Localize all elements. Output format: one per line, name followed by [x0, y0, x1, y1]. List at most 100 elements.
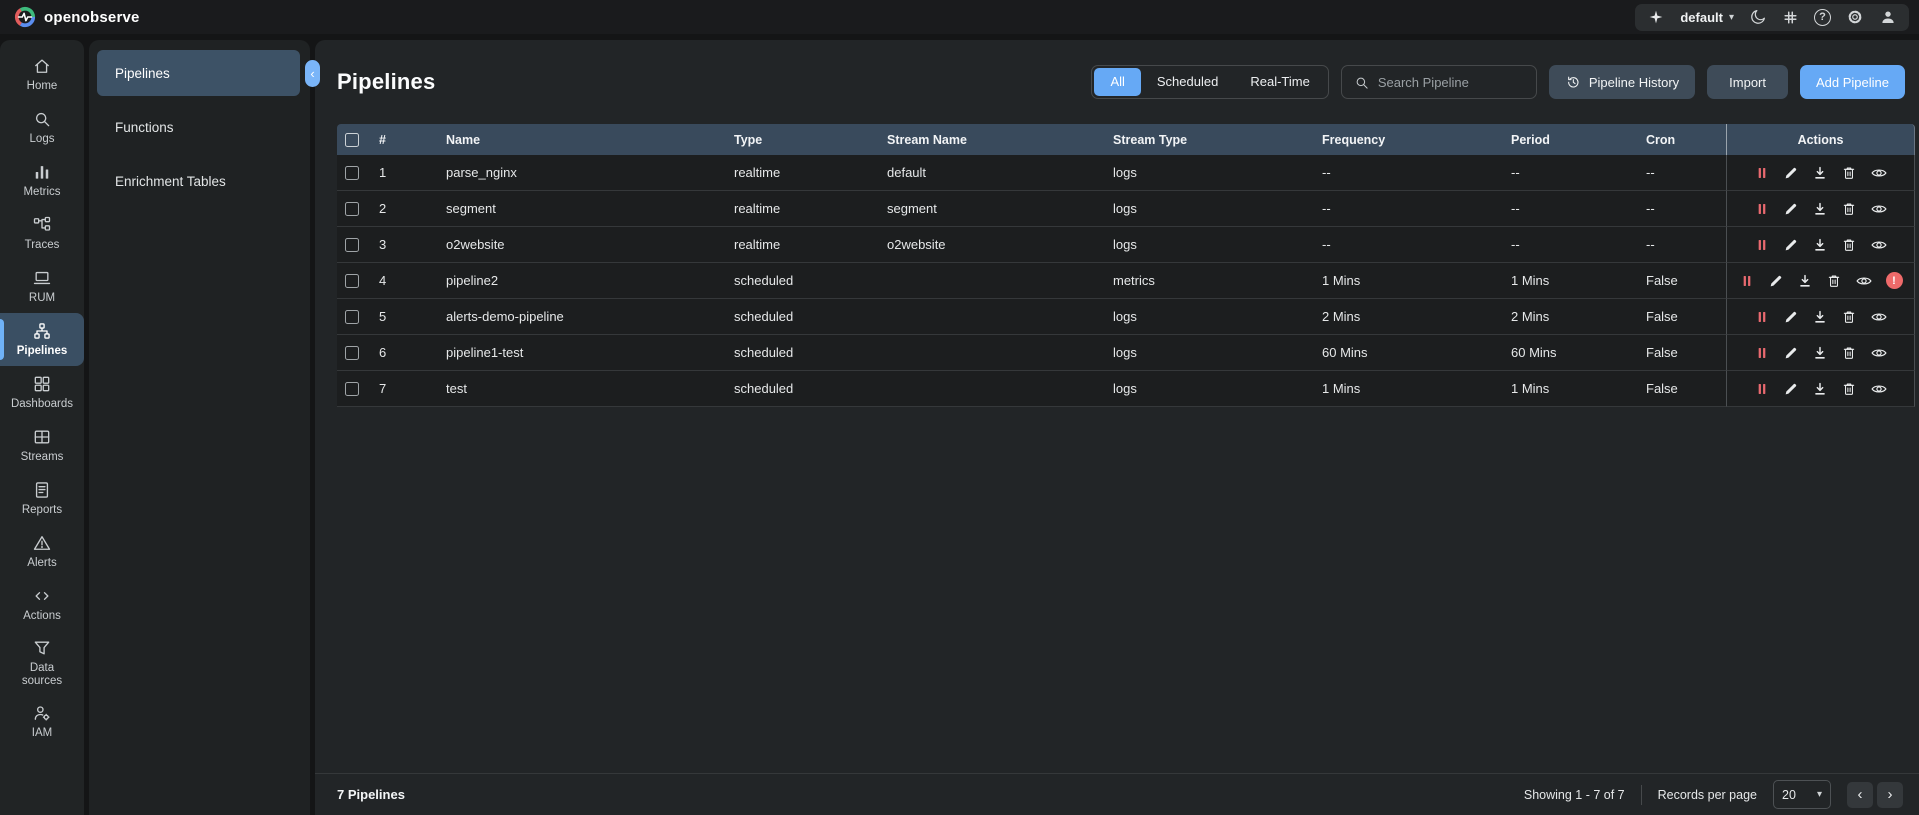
download-icon[interactable]	[1812, 309, 1828, 325]
view-icon[interactable]	[1870, 164, 1888, 182]
home-icon	[35, 59, 49, 73]
delete-icon[interactable]	[1826, 273, 1842, 289]
cell-number: 2	[369, 191, 436, 227]
edit-icon[interactable]	[1768, 273, 1784, 289]
delete-icon[interactable]	[1841, 237, 1857, 253]
row-checkbox[interactable]	[345, 166, 359, 181]
user-gear-icon	[34, 706, 50, 721]
edit-icon[interactable]	[1783, 237, 1799, 253]
download-icon[interactable]	[1812, 201, 1828, 217]
search-pipeline-input[interactable]	[1377, 74, 1524, 90]
tab-all[interactable]: All	[1094, 68, 1141, 96]
cell-name: alerts-demo-pipeline	[436, 299, 724, 335]
pause-icon[interactable]	[1739, 273, 1755, 289]
delete-icon[interactable]	[1841, 309, 1857, 325]
cell-period: --	[1501, 155, 1636, 191]
row-checkbox[interactable]	[345, 274, 359, 289]
funnel-icon	[34, 641, 50, 655]
edit-icon[interactable]	[1783, 345, 1799, 361]
laptop-icon	[33, 271, 51, 284]
import-button[interactable]: Import	[1707, 65, 1788, 99]
subnav-item-pipelines[interactable]: Pipelines	[97, 50, 300, 96]
view-icon[interactable]	[1870, 236, 1888, 254]
sidebar-item-home[interactable]: Home	[0, 48, 84, 101]
subnav-item-enrichment-tables[interactable]: Enrichment Tables	[97, 158, 300, 204]
error-icon[interactable]: !	[1885, 272, 1903, 289]
settings-icon[interactable]	[1846, 8, 1864, 26]
download-icon[interactable]	[1797, 273, 1813, 289]
view-icon[interactable]	[1855, 272, 1873, 290]
pause-icon[interactable]	[1754, 237, 1770, 253]
edit-icon[interactable]	[1783, 309, 1799, 325]
subnav-item-functions[interactable]: Functions	[97, 104, 300, 150]
cell-name: segment	[436, 191, 724, 227]
cell-number: 6	[369, 335, 436, 371]
edit-icon[interactable]	[1783, 381, 1799, 397]
sidebar-item-iam[interactable]: IAM	[0, 695, 84, 748]
sidebar-item-metrics[interactable]: Metrics	[0, 154, 84, 207]
pause-icon[interactable]	[1754, 309, 1770, 325]
download-icon[interactable]	[1812, 237, 1828, 253]
delete-icon[interactable]	[1841, 201, 1857, 217]
pipelines-table: # Name Type Stream Name Stream Type Freq…	[315, 124, 1919, 773]
download-icon[interactable]	[1812, 345, 1828, 361]
cell-stream-type: logs	[1103, 155, 1312, 191]
tab-scheduled[interactable]: Scheduled	[1141, 68, 1234, 96]
cell-frequency: 2 Mins	[1312, 299, 1501, 335]
sidebar-item-actions[interactable]: Actions	[0, 578, 84, 631]
sidebar-item-traces[interactable]: Traces	[0, 207, 84, 260]
pause-icon[interactable]	[1754, 381, 1770, 397]
table-row: 4 pipeline2 scheduled metrics 1 Mins 1 M…	[337, 263, 1915, 299]
sidebar-item-pipelines[interactable]: Pipelines	[0, 313, 84, 366]
row-checkbox[interactable]	[345, 310, 359, 325]
records-per-page-select[interactable]: 20 ▾	[1773, 780, 1831, 809]
edit-icon[interactable]	[1783, 201, 1799, 217]
row-checkbox[interactable]	[345, 346, 359, 361]
sidebar-item-rum[interactable]: RUM	[0, 260, 84, 313]
column-header-type: Type	[724, 124, 877, 155]
delete-icon[interactable]	[1841, 345, 1857, 361]
cell-stream-type: metrics	[1103, 263, 1312, 299]
row-checkbox[interactable]	[345, 238, 359, 253]
sidebar-item-dashboards[interactable]: Dashboards	[0, 366, 84, 419]
help-icon[interactable]: ?	[1814, 8, 1831, 26]
view-icon[interactable]	[1870, 200, 1888, 218]
org-selector[interactable]: default ▾	[1680, 10, 1734, 25]
account-icon[interactable]	[1879, 8, 1897, 26]
download-icon[interactable]	[1812, 381, 1828, 397]
edit-icon[interactable]	[1783, 165, 1799, 181]
view-icon[interactable]	[1870, 308, 1888, 326]
row-checkbox[interactable]	[345, 202, 359, 217]
slack-icon[interactable]	[1782, 9, 1799, 26]
pipeline-history-button[interactable]: Pipeline History	[1548, 65, 1696, 99]
history-icon	[1567, 76, 1579, 88]
previous-page-button[interactable]: ‹	[1847, 781, 1873, 808]
delete-icon[interactable]	[1841, 165, 1857, 181]
sparkle-icon[interactable]	[1647, 8, 1665, 26]
pipelines-subnav: Pipelines Functions Enrichment Tables	[89, 40, 310, 815]
collapse-sidebar-button[interactable]: ‹	[305, 60, 320, 87]
brand-name: openobserve	[44, 8, 140, 26]
sidebar-item-reports[interactable]: Reports	[0, 472, 84, 525]
pause-icon[interactable]	[1754, 201, 1770, 217]
next-page-button[interactable]: ›	[1877, 781, 1903, 808]
dark-mode-icon[interactable]	[1749, 8, 1767, 26]
cell-period: 2 Mins	[1501, 299, 1636, 335]
row-checkbox[interactable]	[345, 382, 359, 397]
download-icon[interactable]	[1812, 165, 1828, 181]
view-icon[interactable]	[1870, 344, 1888, 362]
view-icon[interactable]	[1870, 380, 1888, 398]
tab-real-time[interactable]: Real-Time	[1234, 68, 1325, 96]
delete-icon[interactable]	[1841, 381, 1857, 397]
cell-number: 4	[369, 263, 436, 299]
select-all-checkbox[interactable]	[345, 132, 359, 147]
pause-icon[interactable]	[1754, 165, 1770, 181]
sidebar-item-data-sources[interactable]: Data sources	[0, 631, 84, 695]
sidebar-item-alerts[interactable]: Alerts	[0, 525, 84, 578]
pause-icon[interactable]	[1754, 345, 1770, 361]
sidebar-item-logs[interactable]: Logs	[0, 101, 84, 154]
sidebar-item-streams[interactable]: Streams	[0, 419, 84, 472]
add-pipeline-button[interactable]: Add Pipeline	[1800, 65, 1905, 99]
cell-type: scheduled	[724, 335, 877, 371]
cell-frequency: --	[1312, 227, 1501, 263]
